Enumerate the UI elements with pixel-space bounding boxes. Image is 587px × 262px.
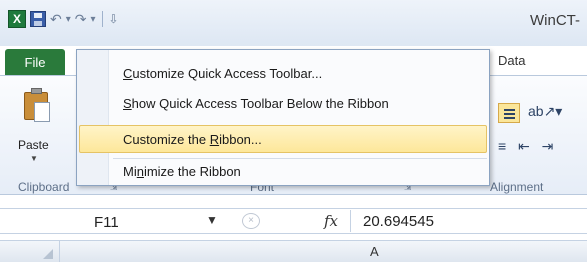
name-box-value: F11 (94, 214, 119, 231)
undo-icon[interactable]: ↶ (50, 11, 62, 28)
tab-data[interactable]: Data (498, 53, 525, 68)
column-header-a[interactable]: A (370, 244, 379, 259)
window-title: WinCT- (530, 12, 580, 29)
customize-context-menu: Customize Quick Access Toolbar... Show Q… (76, 49, 490, 186)
name-box[interactable]: F11 ▼ (6, 211, 222, 233)
indent-icons[interactable]: ≡ ⇤ ⇥ (498, 138, 557, 155)
menu-separator (113, 158, 487, 159)
save-icon[interactable] (30, 10, 46, 28)
orientation-icon[interactable]: ab↗▾ (528, 103, 562, 120)
group-label-alignment: Alignment (490, 180, 544, 194)
paste-button-label[interactable]: Paste (18, 138, 49, 152)
menu-item-show-qat-below[interactable]: Show Quick Access Toolbar Below the Ribb… (123, 96, 389, 111)
formula-value: 20.694545 (363, 213, 434, 230)
cancel-entry-icon[interactable]: × (242, 213, 260, 229)
group-label-clipboard: Clipboard (18, 180, 70, 194)
toolbar-separator (101, 11, 103, 27)
redo-icon[interactable]: ↷ (75, 11, 87, 28)
formula-input[interactable]: 20.694545 (350, 210, 586, 232)
undo-dropdown-icon[interactable]: ▾ (66, 14, 71, 25)
insert-function-icon[interactable]: fx (324, 212, 338, 230)
menu-item-minimize-ribbon[interactable]: Minimize the Ribbon (123, 164, 241, 179)
title-bar: X ↶ ▾ ↷ ▾ ⇩ WinCT- (0, 0, 587, 46)
menu-item-customize-qat[interactable]: Customize Quick Access Toolbar... (123, 66, 322, 81)
paste-icon[interactable] (24, 88, 50, 122)
customize-toolbar-icon[interactable]: ⇩ (109, 12, 119, 26)
paste-dropdown-icon[interactable]: ▼ (30, 154, 38, 163)
chevron-down-icon[interactable]: ▼ (206, 213, 218, 227)
menu-item-customize-ribbon[interactable]: Customize the Ribbon... (123, 132, 262, 147)
menu-icon-gutter (77, 50, 109, 185)
tab-file[interactable]: File (5, 49, 65, 75)
wrap-text-icon[interactable] (498, 103, 520, 123)
formula-bar: F11 ▼ × fx 20.694545 (0, 208, 587, 234)
select-all-corner[interactable] (0, 241, 60, 262)
column-header-row: A (0, 240, 587, 262)
redo-dropdown-icon[interactable]: ▾ (91, 14, 96, 25)
excel-app-icon[interactable]: X (8, 10, 26, 28)
quick-access-toolbar: X ↶ ▾ ↷ ▾ ⇩ (8, 10, 119, 28)
